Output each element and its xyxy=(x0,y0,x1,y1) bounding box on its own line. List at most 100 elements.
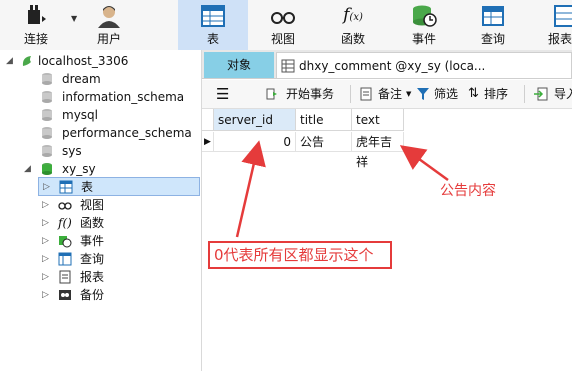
expand-arrow-icon[interactable]: ▷ xyxy=(42,250,52,268)
tree-item-functions[interactable]: ▷ f() 函数 xyxy=(38,214,198,232)
tree-item-backups[interactable]: ▷ 备份 xyxy=(38,286,198,304)
toolbar-divider xyxy=(350,85,351,103)
database-node-mysql[interactable]: mysql xyxy=(40,106,200,124)
cell-text[interactable]: 虎年吉祥 xyxy=(352,132,404,169)
database-label: performance_schema xyxy=(62,126,192,140)
filter-icon xyxy=(417,88,429,100)
column-header-text[interactable]: text xyxy=(352,109,404,131)
query-icon xyxy=(58,252,72,266)
table-icon xyxy=(281,59,295,73)
view-button[interactable]: 视图 xyxy=(253,0,313,50)
database-icon xyxy=(42,145,52,157)
expand-arrow-icon[interactable]: ▷ xyxy=(42,286,52,304)
row-header-corner xyxy=(202,109,214,131)
query-icon xyxy=(482,6,504,26)
backup-icon xyxy=(59,290,71,300)
connection-name: localhost_3306 xyxy=(38,54,129,68)
user-button[interactable]: 用户 xyxy=(80,0,138,50)
connection-leaf-icon xyxy=(22,56,31,66)
user-label: 用户 xyxy=(96,32,121,46)
function-button[interactable]: f(x) 函数 xyxy=(322,0,384,50)
cell-title[interactable]: 公告 xyxy=(296,132,352,152)
annotation-content-label: 公告内容 xyxy=(440,183,496,199)
report-icon xyxy=(59,270,71,284)
column-header-server-id[interactable]: server_id xyxy=(214,109,296,131)
navigator-tree: ◢ localhost_3306 dream information_schem… xyxy=(0,50,202,371)
database-node-xy-sy[interactable]: ◢ xy_sy xyxy=(24,160,194,178)
database-node-dream[interactable]: dream xyxy=(40,70,200,88)
toolbar-divider xyxy=(524,85,525,103)
expand-arrow-icon[interactable]: ▷ xyxy=(42,232,52,250)
expand-arrow-icon[interactable]: ▷ xyxy=(43,178,53,196)
tree-item-label: 视图 xyxy=(80,198,105,212)
function-icon: f() xyxy=(58,216,72,230)
report-icon xyxy=(554,5,572,27)
connection-icon xyxy=(28,5,46,24)
current-row-indicator-icon: ▶ xyxy=(202,132,214,152)
sort-icon: ⇅ xyxy=(468,86,479,101)
database-label: information_schema xyxy=(62,90,185,104)
database-node-information-schema[interactable]: information_schema xyxy=(40,88,200,106)
collapse-arrow-icon[interactable]: ◢ xyxy=(6,52,16,70)
event-label: 事件 xyxy=(411,32,436,46)
query-label: 查询 xyxy=(480,32,505,46)
database-icon xyxy=(42,73,52,85)
report-label: 报表 xyxy=(548,32,572,46)
connection-dropdown-arrow-icon[interactable]: ▼ xyxy=(71,14,77,23)
table-label: 表 xyxy=(206,32,219,46)
event-icon xyxy=(59,236,72,248)
user-icon xyxy=(98,6,120,28)
database-node-sys[interactable]: sys xyxy=(40,142,200,160)
tab-objects[interactable]: 对象 xyxy=(204,52,274,78)
database-icon xyxy=(42,109,52,121)
begin-transaction-label: 开始事务 xyxy=(286,87,335,101)
expand-arrow-icon[interactable]: ▷ xyxy=(42,268,52,286)
table-button[interactable]: 表 xyxy=(178,0,248,50)
database-label: sys xyxy=(62,144,82,158)
import-icon xyxy=(534,87,548,101)
tree-item-views[interactable]: ▷ 视图 xyxy=(38,196,198,214)
function-label: 函数 xyxy=(340,32,365,46)
tab-bar: 对象 dhxy_comment @xy_sy (loca... xyxy=(202,50,572,79)
expand-arrow-icon[interactable]: ▷ xyxy=(42,214,52,232)
note-dropdown-icon[interactable]: ▼ xyxy=(406,84,411,104)
tree-item-label: 函数 xyxy=(80,216,105,230)
database-label: mysql xyxy=(62,108,98,122)
tree-item-reports[interactable]: ▷ 报表 xyxy=(38,268,198,286)
tab-table-document[interactable]: dhxy_comment @xy_sy (loca... xyxy=(276,52,572,78)
tree-item-events[interactable]: ▷ 事件 xyxy=(38,232,198,250)
database-open-icon xyxy=(42,163,52,175)
function-icon: f(x) xyxy=(343,5,363,25)
view-label: 视图 xyxy=(270,32,295,46)
data-grid: server_id title text ▶ 0 公告 虎年吉祥 xyxy=(202,109,572,371)
event-button[interactable]: 事件 xyxy=(393,0,455,50)
tree-item-label: 报表 xyxy=(80,270,105,284)
tree-item-label: 查询 xyxy=(80,252,105,266)
tree-item-label: 事件 xyxy=(80,234,105,248)
tree-item-queries[interactable]: ▷ 查询 xyxy=(38,250,198,268)
database-label: xy_sy xyxy=(62,162,96,176)
cell-server-id[interactable]: 0 xyxy=(214,132,296,152)
connection-node[interactable]: ◢ localhost_3306 xyxy=(6,52,196,70)
filter-label: 筛选 xyxy=(434,87,459,101)
database-node-performance-schema[interactable]: performance_schema xyxy=(40,124,200,142)
report-button[interactable]: 报表 xyxy=(540,0,572,50)
annotation-all-servers: 0代表所有区都显示这个 xyxy=(208,241,392,269)
note-icon xyxy=(360,87,372,101)
event-icon xyxy=(413,5,437,27)
query-button[interactable]: 查询 xyxy=(462,0,524,50)
database-icon xyxy=(42,91,52,103)
column-header-title[interactable]: title xyxy=(296,109,352,131)
note-label: 备注 xyxy=(378,87,403,101)
database-icon xyxy=(42,127,52,139)
collapse-arrow-icon[interactable]: ◢ xyxy=(24,160,34,178)
connection-button[interactable]: 连接 xyxy=(10,0,62,50)
tab-title: dhxy_comment @xy_sy (loca... xyxy=(299,59,486,73)
tree-item-label: 表 xyxy=(81,180,94,194)
tree-item-tables[interactable]: ▷ 表 xyxy=(38,177,200,196)
expand-arrow-icon[interactable]: ▷ xyxy=(42,196,52,214)
tree-item-label: 备份 xyxy=(80,288,105,302)
import-label: 导入 xyxy=(554,87,572,101)
view-icon xyxy=(271,12,295,24)
menu-icon[interactable]: ☰ xyxy=(216,84,229,104)
